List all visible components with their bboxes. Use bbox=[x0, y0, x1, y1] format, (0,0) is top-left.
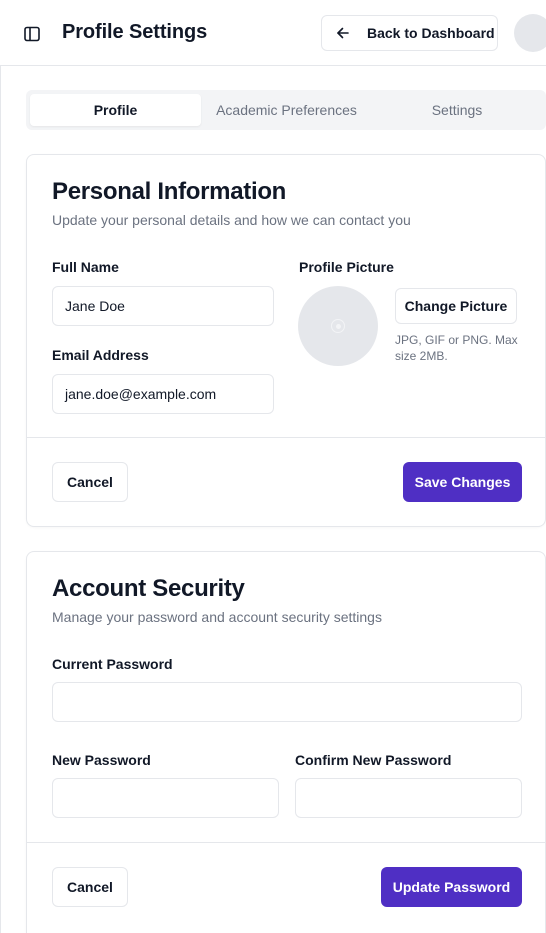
current-password-input[interactable] bbox=[52, 682, 522, 722]
cancel-button[interactable]: Cancel bbox=[52, 462, 128, 502]
back-to-dashboard-button[interactable]: Back to Dashboard bbox=[321, 15, 498, 51]
full-name-label: Full Name bbox=[52, 259, 119, 275]
back-to-dashboard-label: Back to Dashboard bbox=[367, 25, 495, 41]
card-divider bbox=[27, 842, 545, 843]
tab-settings[interactable]: Settings bbox=[372, 94, 542, 126]
sidebar-toggle-icon[interactable] bbox=[22, 24, 42, 44]
top-header: Profile Settings Back to Dashboard bbox=[0, 0, 546, 66]
cancel-button[interactable]: Cancel bbox=[52, 867, 128, 907]
personal-information-card: Personal Information Update your persona… bbox=[26, 154, 546, 527]
profile-picture-hint: JPG, GIF or PNG. Max size 2MB. bbox=[395, 333, 518, 363]
profile-picture-label: Profile Picture bbox=[299, 259, 394, 275]
tab-academic-preferences[interactable]: Academic Preferences bbox=[201, 94, 372, 126]
profile-picture-placeholder bbox=[298, 286, 378, 366]
account-security-title: Account Security bbox=[52, 575, 245, 602]
confirm-new-password-label: Confirm New Password bbox=[295, 752, 452, 768]
account-security-card: Account Security Manage your password an… bbox=[26, 551, 546, 933]
update-password-button[interactable]: Update Password bbox=[381, 867, 522, 907]
avatar[interactable] bbox=[514, 14, 546, 52]
new-password-input[interactable] bbox=[52, 778, 279, 818]
tab-profile[interactable]: Profile bbox=[30, 94, 201, 126]
email-address-input[interactable]: jane.doe@example.com bbox=[52, 374, 274, 414]
personal-information-description: Update your personal details and how we … bbox=[52, 212, 411, 228]
new-password-label: New Password bbox=[52, 752, 151, 768]
change-picture-button[interactable]: Change Picture bbox=[395, 288, 517, 324]
page-title: Profile Settings bbox=[62, 21, 208, 43]
camera-icon bbox=[331, 319, 345, 333]
email-address-label: Email Address bbox=[52, 347, 149, 363]
save-changes-button[interactable]: Save Changes bbox=[403, 462, 522, 502]
personal-information-title: Personal Information bbox=[52, 178, 287, 205]
arrow-left-icon bbox=[337, 27, 349, 39]
full-name-input[interactable]: Jane Doe bbox=[52, 286, 274, 326]
tab-list: Profile Academic Preferences Settings bbox=[26, 90, 546, 130]
current-password-label: Current Password bbox=[52, 656, 173, 672]
confirm-new-password-input[interactable] bbox=[295, 778, 522, 818]
card-divider bbox=[27, 437, 545, 438]
account-security-description: Manage your password and account securit… bbox=[52, 609, 382, 625]
